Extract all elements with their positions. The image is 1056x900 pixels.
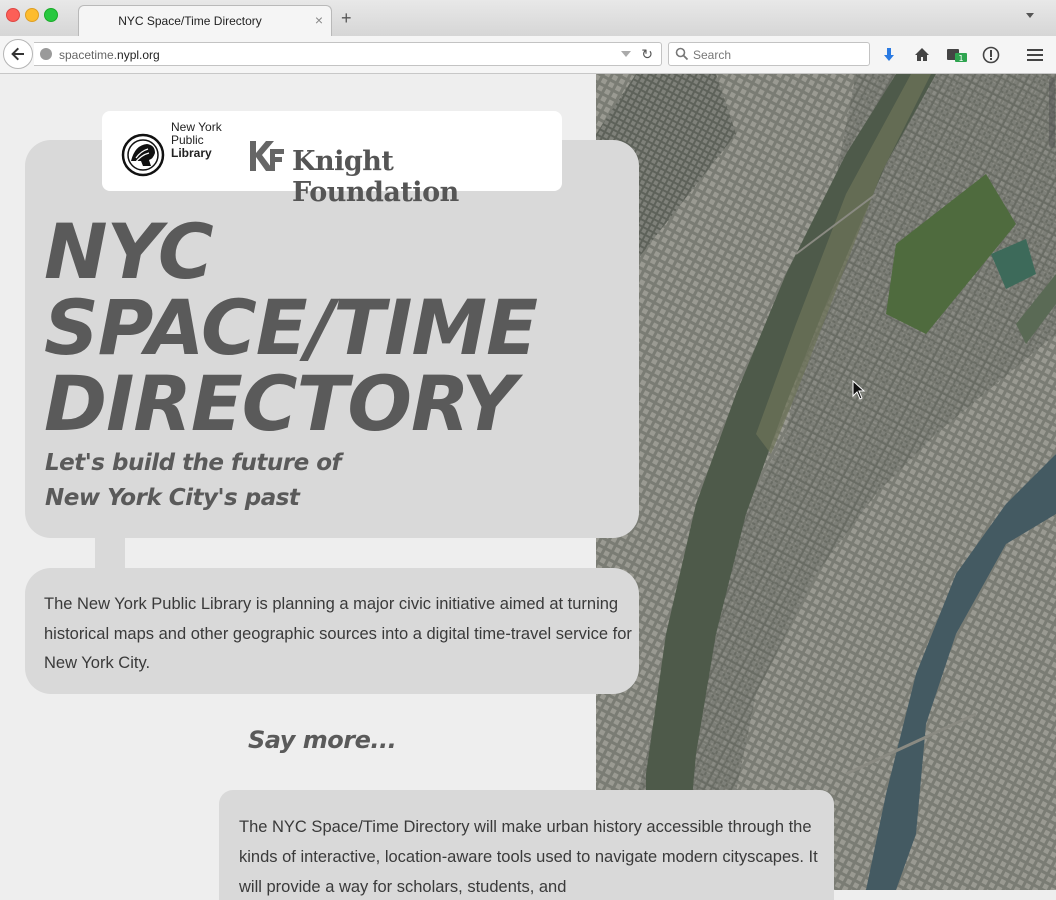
globe-icon [40,48,52,60]
sponsor-logo-card: New York Public Library Knight Foundatio… [102,111,562,208]
search-icon [675,47,689,61]
nypl-wordmark-line3: Library [171,146,212,160]
url-bar[interactable]: spacetime.nypl.org ↻ [34,42,662,66]
window-close-button[interactable] [6,8,20,22]
info-icon[interactable] [981,45,1001,65]
page-scrollbar-thumb[interactable] [1049,78,1055,148]
page-title-line3: DIRECTORY [44,359,517,448]
card-connector-edge-right [125,538,595,568]
knight-foundation-kf-icon [250,141,284,171]
tab-list-chevron-icon[interactable] [1026,13,1034,18]
knight-foundation-wordmark: Knight Foundation [292,146,459,208]
reload-icon[interactable]: ↻ [641,46,653,63]
page-subtitle-line1: Let's build the future of [45,450,342,476]
home-icon[interactable] [912,45,932,65]
back-button[interactable] [3,39,33,69]
tab-close-icon[interactable]: × [315,12,323,28]
new-tab-button[interactable]: + [341,9,352,27]
back-arrow-icon [11,47,24,61]
card-connector-edge-left [25,538,95,568]
intro-paragraph: The New York Public Library is planning … [44,595,632,672]
nypl-lion-logo-icon [121,133,165,177]
window-zoom-button[interactable] [44,8,58,22]
card-connector [95,538,125,568]
search-bar[interactable]: Search [668,42,870,66]
active-tab[interactable]: NYC Space/Time Directory × [78,5,332,37]
search-placeholder: Search [693,48,732,62]
browser-tab-bar: NYC Space/Time Directory × + [0,0,1056,37]
say-more-heading: Say more... [248,726,397,754]
page-title: NYC SPACE/TIME DIRECTORY [44,207,538,448]
page-title-line2: SPACE/TIME [44,283,538,372]
aerial-map-image [596,74,1056,890]
download-icon[interactable] [879,45,899,65]
page-viewport: New York Public Library Knight Foundatio… [0,74,1056,900]
url-history-dropdown-icon[interactable] [621,51,631,57]
window-minimize-button[interactable] [25,8,39,22]
url-domain: nypl.org [117,48,160,62]
extension-badge-icon[interactable]: 1 [946,45,970,65]
extension-badge-count: 1 [958,54,963,63]
url-text[interactable]: spacetime.nypl.org [59,48,160,62]
hamburger-menu-icon[interactable] [1025,45,1045,65]
page-subtitle-line2: New York City's past [45,485,300,511]
more-paragraph: The NYC Space/Time Directory will make u… [239,818,818,896]
url-subdomain: spacetime. [59,48,118,62]
nypl-wordmark: New York Public Library [171,121,222,160]
browser-nav-bar: spacetime.nypl.org ↻ Search 1 [0,36,1056,74]
page-subtitle: Let's build the future of New York City'… [45,446,342,516]
mouse-cursor-icon [852,380,866,400]
page-title-line1: NYC [44,207,214,296]
tab-title: NYC Space/Time Directory [118,14,262,28]
